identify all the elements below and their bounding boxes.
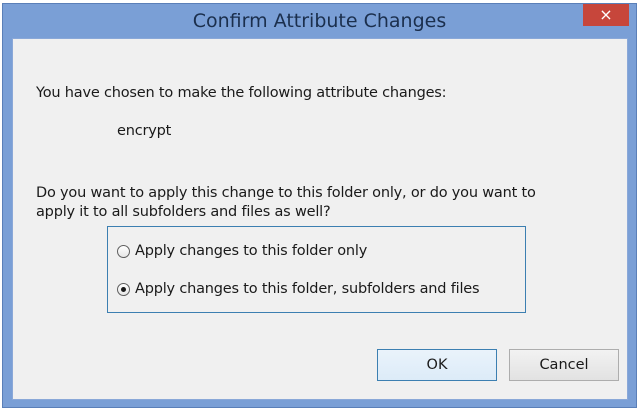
attribute-change-value: encrypt [117, 123, 172, 139]
radio-option-folder-subfolders-files[interactable]: Apply changes to this folder, subfolders… [117, 281, 480, 297]
dialog-title: Confirm Attribute Changes [192, 10, 447, 32]
radio-option-folder-only[interactable]: Apply changes to this folder only [117, 243, 367, 259]
close-icon: × [599, 5, 613, 24]
radio-option-label[interactable]: Apply changes to this folder, subfolders… [135, 281, 480, 297]
cancel-button[interactable]: Cancel [509, 349, 619, 381]
question-text-line2: apply it to all subfolders and files as … [36, 204, 331, 220]
radio-button-checked[interactable] [117, 282, 130, 296]
ok-button[interactable]: OK [377, 349, 497, 381]
question-text-line1: Do you want to apply this change to this… [36, 185, 536, 201]
radio-button-unchecked[interactable] [117, 244, 130, 258]
intro-text: You have chosen to make the following at… [36, 85, 447, 101]
close-button[interactable]: × [583, 4, 629, 26]
apply-scope-radio-group: Apply changes to this folder only Apply … [107, 226, 526, 313]
radio-option-label[interactable]: Apply changes to this folder only [135, 243, 367, 259]
title-bar[interactable]: Confirm Attribute Changes × [3, 4, 636, 36]
